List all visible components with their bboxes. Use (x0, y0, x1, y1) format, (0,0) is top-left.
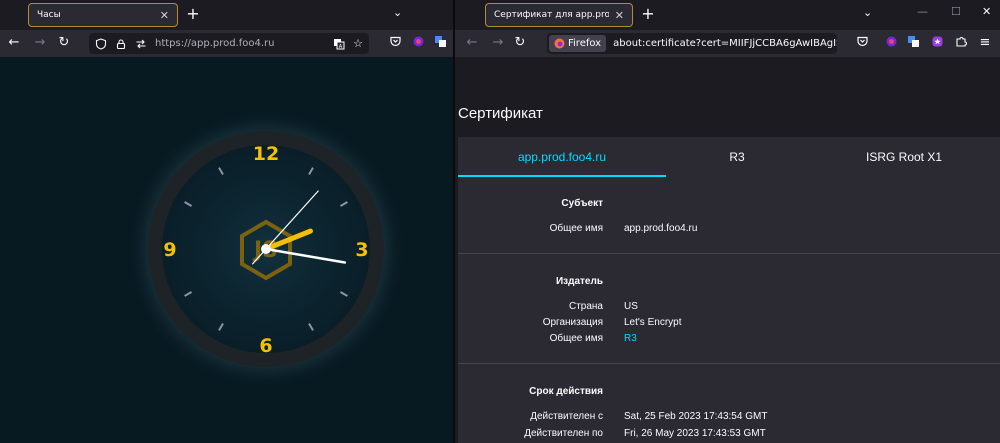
field-value-not-after: Fri, 26 May 2023 17:43:53 GMT (624, 428, 766, 439)
forward-arrow-icon[interactable]: → (490, 35, 506, 51)
right-nav-bar: ← → ↻ Firefox about:certificate?cert=MII… (455, 30, 1000, 57)
clock-numeral: 6 (259, 335, 272, 357)
url-text[interactable]: https://app.prod.foo4.ru (155, 38, 274, 49)
window-close-icon[interactable]: ✕ (982, 5, 991, 18)
tab-intermediate-certificate[interactable]: R3 (666, 137, 808, 177)
tab-leaf-certificate[interactable]: app.prod.foo4.ru (458, 137, 666, 177)
section-divider (458, 253, 1000, 254)
field-value-common-name: app.prod.foo4.ru (624, 223, 698, 234)
bookmark-star-icon[interactable]: ☆ (353, 37, 363, 50)
pocket-icon[interactable] (387, 35, 403, 51)
clock-numeral: 9 (163, 239, 176, 261)
translate-icon[interactable]: A (333, 38, 345, 50)
field-label-not-after: Действителен по (524, 428, 603, 439)
clock-page: 12369 JS (0, 57, 453, 443)
svg-text:A: A (339, 44, 343, 50)
lock-icon[interactable] (115, 38, 127, 50)
right-tab-strip: Сертификат для app.prod.foo4.ru ✕ + ⌄ — … (455, 0, 1000, 30)
tab-clock[interactable]: Часы ✕ (28, 3, 178, 27)
right-browser-window: Сертификат для app.prod.foo4.ru ✕ + ⌄ — … (455, 0, 1000, 443)
field-label-country: Страна (568, 301, 603, 312)
field-label-organization: Организация (542, 317, 603, 328)
shield-icon[interactable] (95, 37, 107, 50)
url-text[interactable]: about:certificate?cert=MIIFJjCCBA6gAwIBA… (613, 38, 837, 49)
issuer-common-name-link[interactable]: R3 (624, 333, 637, 344)
section-divider (458, 363, 1000, 364)
close-icon[interactable]: ✕ (160, 9, 169, 22)
left-browser-window: Часы ✕ + ⌄ ← → ↻ https://app.prod.foo4.r… (0, 0, 453, 443)
field-label-issuer-common-name: Общее имя (549, 333, 603, 344)
maximize-icon[interactable]: ☐ (951, 5, 961, 18)
field-label-common-name: Общее имя (549, 223, 603, 234)
extensions-puzzle-icon[interactable] (953, 35, 969, 51)
left-nav-bar: ← → ↻ https://app.prod.foo4.ru A ☆ (0, 30, 453, 57)
extension-addon-icon[interactable] (883, 35, 899, 51)
hamburger-menu-icon[interactable]: ≡ (977, 35, 993, 51)
identity-label: Firefox (568, 38, 602, 49)
translate-ext-icon[interactable] (432, 35, 448, 51)
section-heading-subject: Субъект (561, 198, 603, 209)
clock-numeral: 12 (253, 143, 279, 165)
certificate-card: app.prod.foo4.ru R3 ISRG Root X1 Субъект… (458, 137, 1000, 443)
certificate-page: Сертификат app.prod.foo4.ru R3 ISRG Root… (455, 57, 1000, 443)
url-bar[interactable]: Firefox about:certificate?cert=MIIFJjCCB… (547, 33, 837, 54)
field-label-not-before: Действителен с (530, 411, 603, 422)
tab-title: Сертификат для app.prod.foo4.ru (494, 10, 609, 20)
permissions-icon[interactable] (135, 38, 147, 50)
url-bar[interactable]: https://app.prod.foo4.ru A ☆ (89, 33, 369, 54)
left-tab-strip: Часы ✕ + ⌄ (0, 0, 453, 30)
extension-addon-icon[interactable] (410, 35, 426, 51)
purple-addon-icon[interactable] (929, 35, 945, 51)
minimize-icon[interactable]: — (917, 5, 928, 18)
section-heading-validity: Срок действия (529, 386, 603, 397)
clock-center-pin (261, 244, 271, 254)
pocket-icon[interactable] (854, 35, 870, 51)
new-tab-icon[interactable]: + (638, 5, 658, 23)
analog-clock: 12369 JS (126, 109, 406, 389)
back-arrow-icon[interactable]: ← (464, 35, 480, 51)
field-value-not-before: Sat, 25 Feb 2023 17:43:54 GMT (624, 411, 768, 422)
chevron-down-icon[interactable]: ⌄ (863, 6, 872, 19)
tab-certificate[interactable]: Сертификат для app.prod.foo4.ru ✕ (485, 3, 633, 27)
identity-box[interactable]: Firefox (549, 35, 607, 52)
reload-icon[interactable]: ↻ (512, 35, 528, 51)
page-title: Сертификат (458, 105, 543, 122)
firefox-logo-icon (554, 38, 565, 49)
new-tab-icon[interactable]: + (183, 5, 203, 23)
tab-title: Часы (37, 10, 61, 20)
clock-numeral: 3 (355, 239, 368, 261)
section-heading-issuer: Издатель (555, 276, 603, 287)
field-value-organization: Let's Encrypt (624, 317, 682, 328)
close-icon[interactable]: ✕ (615, 9, 624, 22)
field-value-country: US (624, 301, 638, 312)
tab-root-certificate[interactable]: ISRG Root X1 (808, 137, 1000, 177)
translate-ext-icon[interactable] (905, 35, 921, 51)
reload-icon[interactable]: ↻ (56, 35, 72, 51)
forward-arrow-icon[interactable]: → (32, 35, 48, 51)
back-arrow-icon[interactable]: ← (6, 35, 22, 51)
certificate-tabs: app.prod.foo4.ru R3 ISRG Root X1 (458, 137, 1000, 177)
chevron-down-icon[interactable]: ⌄ (393, 6, 402, 19)
